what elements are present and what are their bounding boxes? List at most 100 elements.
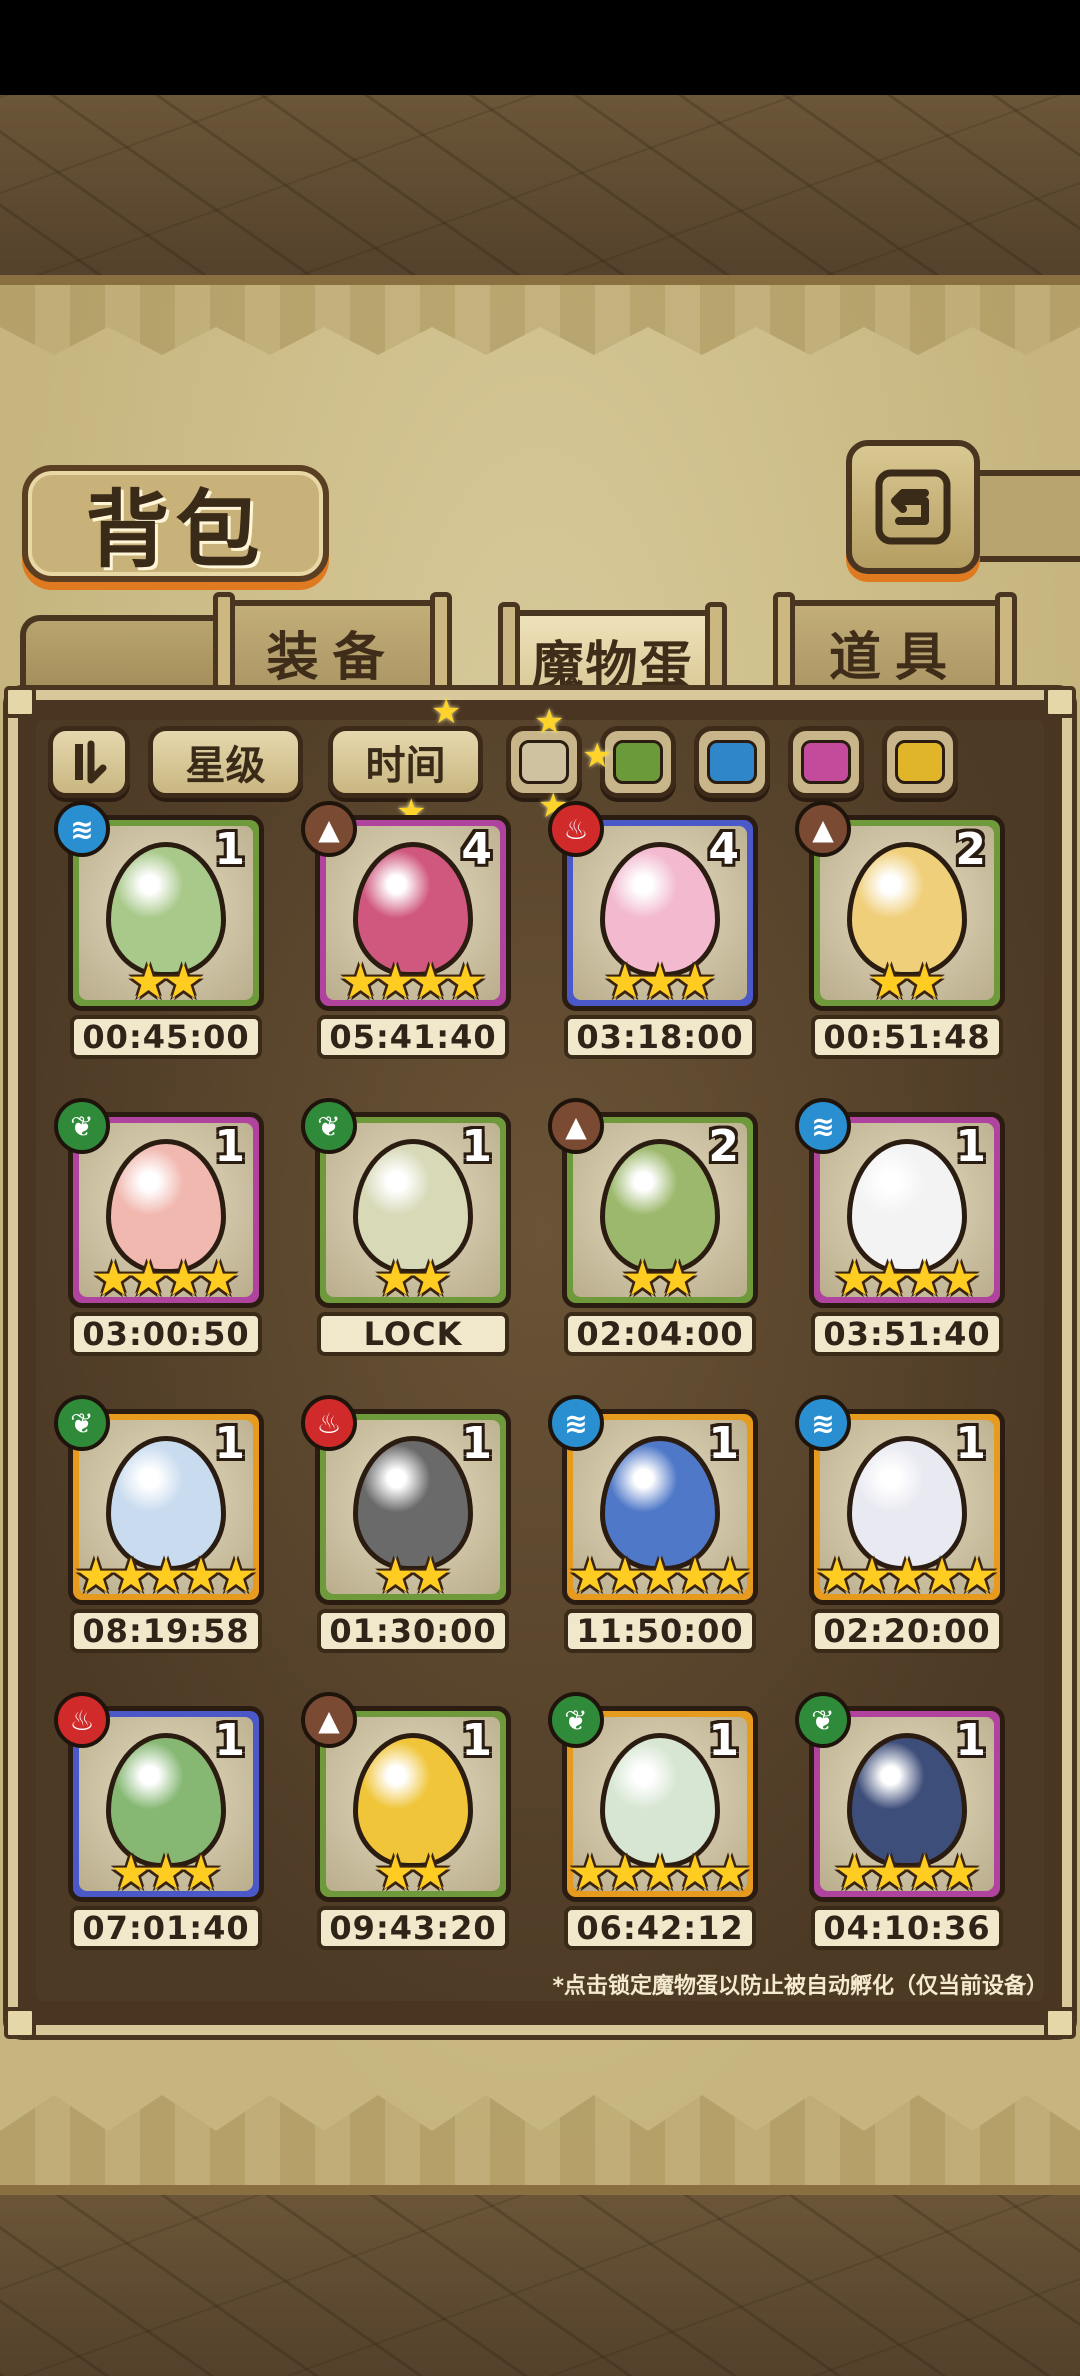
time-sort-button[interactable]: 时间 [328,726,483,798]
earth-element-icon: ▲ [301,1692,357,1748]
egg-slot[interactable]: 2 ★★ ▲ 00:51:48 [795,801,1013,1060]
star-icon: ★ [214,1548,258,1604]
tab-post [213,592,235,698]
egg-count: 1 [708,1418,739,1469]
egg-count: 1 [708,1715,739,1766]
tab-post [773,592,795,698]
filter-row: 星级 时间 ★ ★ ★ ★ ★ [48,692,1048,832]
egg-count: 1 [214,1121,245,1172]
egg-slot[interactable]: 4 ★★★★ ▲ 05:41:40 [301,801,519,1060]
hatch-timer[interactable]: 09:43:20 [317,1906,509,1950]
sparkle-icon: ★ [582,736,613,776]
rarity-filter-gold[interactable] [882,726,958,798]
egg-count: 2 [955,824,986,875]
egg-slot[interactable]: 1 ★★ ♨ 01:30:00 [301,1395,519,1654]
sort-order-button[interactable] [48,726,130,798]
star-rating: ★★★★ [814,1255,1000,1303]
hatch-timer[interactable]: LOCK [317,1312,509,1356]
egg-count: 1 [955,1418,986,1469]
egg-slot[interactable]: 1 ★★★ ♨ 07:01:40 [54,1692,272,1951]
water-element-icon: ≋ [548,1395,604,1451]
leaf-element-icon: ❦ [548,1692,604,1748]
fire-element-icon: ♨ [548,801,604,857]
tab-label: 魔物蛋 [531,636,694,697]
hatch-timer[interactable]: 07:01:40 [70,1906,262,1950]
star-rating: ★★ [73,958,259,1006]
egg-slot[interactable]: 4 ★★★ ♨ 03:18:00 [548,801,766,1060]
egg-slot[interactable]: 1 ★★ ▲ 09:43:20 [301,1692,519,1951]
hatch-timer[interactable]: 01:30:00 [317,1609,509,1653]
star-rating: ★★ [320,1552,506,1600]
egg-slot[interactable]: 2 ★★ ▲ 02:04:00 [548,1098,766,1357]
egg-slot[interactable]: 1 ★★★★★ ≋ 02:20:00 [795,1395,1013,1654]
hatch-timer[interactable]: 03:00:50 [70,1312,262,1356]
rarity-filter-blue[interactable] [694,726,770,798]
hatch-timer[interactable]: 06:42:12 [564,1906,756,1950]
page-title-plate: 背包 [22,465,329,582]
egg-slot[interactable]: 1 ★★★★ ❦ 04:10:36 [795,1692,1013,1951]
rarity-swatch [895,740,945,784]
hatch-timer[interactable]: 03:18:00 [564,1015,756,1059]
fire-element-icon: ♨ [301,1395,357,1451]
hatch-timer[interactable]: 00:51:48 [811,1015,1003,1059]
egg-slot[interactable]: 1 ★★★★★ ❦ 08:19:58 [54,1395,272,1654]
star-rating: ★★★★★ [567,1849,753,1897]
leaf-element-icon: ❦ [795,1692,851,1748]
leaf-element-icon: ❦ [54,1395,110,1451]
star-rating: ★★★ [567,958,753,1006]
egg-count: 1 [955,1121,986,1172]
star-sort-label: 星级 [185,743,266,789]
egg-slot[interactable]: 1 ★★★★★ ❦ 06:42:12 [548,1692,766,1951]
tab-equipment[interactable]: 装备 [213,592,452,698]
rarity-filter-purple[interactable] [788,726,864,798]
tab-items[interactable]: 道具 [773,592,1017,698]
star-icon: ★ [903,954,947,1010]
hatch-timer[interactable]: 00:45:00 [70,1015,262,1059]
water-element-icon: ≋ [795,1098,851,1154]
hatch-timer[interactable]: 02:04:00 [564,1312,756,1356]
star-icon: ★ [409,1251,453,1307]
egg-slot[interactable]: 1 ★★★★ ❦ 03:00:50 [54,1098,272,1357]
star-icon: ★ [409,1548,453,1604]
egg-slot[interactable]: 1 ★★★★★ ≋ 11:50:00 [548,1395,766,1654]
star-icon: ★ [708,1845,752,1901]
sort-toggle-icon [75,740,107,784]
egg-count: 4 [708,824,739,875]
tab-post [995,592,1017,698]
tab-bar-left-rail [20,615,225,700]
map-background-bottom [0,2190,1080,2376]
panel-corner [1044,2007,1076,2039]
star-rating: ★★★★ [73,1255,259,1303]
star-rating: ★★★★★ [567,1552,753,1600]
rarity-swatch [519,740,569,784]
star-icon: ★ [162,954,206,1010]
hatch-timer[interactable]: 04:10:36 [811,1906,1003,1950]
star-rating: ★★★★ [814,1849,1000,1897]
star-icon: ★ [938,1251,982,1307]
star-sort-button[interactable]: 星级 [148,726,303,798]
egg-count: 1 [214,1715,245,1766]
earth-element-icon: ▲ [795,801,851,857]
panel-corner [1044,686,1076,718]
hatch-timer[interactable]: 11:50:00 [564,1609,756,1653]
egg-slot[interactable]: 1 ★★★★ ≋ 03:51:40 [795,1098,1013,1357]
hatch-timer[interactable]: 05:41:40 [317,1015,509,1059]
star-rating: ★★ [814,958,1000,1006]
egg-count: 1 [214,1418,245,1469]
rarity-swatch [613,740,663,784]
egg-slot[interactable]: 1 ★★ ≋ 00:45:00 [54,801,272,1060]
status-bar [0,0,1080,95]
back-button[interactable] [846,440,980,574]
hatch-timer[interactable]: 02:20:00 [811,1609,1003,1653]
star-rating: ★★ [567,1255,753,1303]
hatch-timer[interactable]: 08:19:58 [70,1609,262,1653]
egg-count: 1 [461,1121,492,1172]
egg-count: 1 [461,1418,492,1469]
star-icon: ★ [179,1845,223,1901]
star-icon: ★ [409,1845,453,1901]
egg-slot[interactable]: 1 ★★ ❦ LOCK [301,1098,519,1357]
time-sort-label: 时间 [365,743,446,789]
rarity-swatch [707,740,757,784]
egg-count: 1 [214,824,245,875]
hatch-timer[interactable]: 03:51:40 [811,1312,1003,1356]
